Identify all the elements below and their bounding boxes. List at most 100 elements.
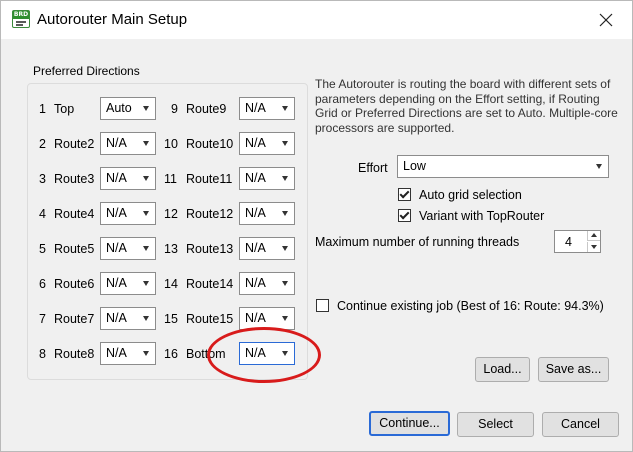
threads-value: 4 [565, 235, 572, 249]
layer-name: Route8 [54, 347, 95, 361]
autorouter-description: The Autorouter is routing the board with… [315, 77, 618, 135]
layer-number: 10 [164, 137, 178, 151]
combo-value: N/A [106, 136, 127, 150]
layer-name: Top [54, 102, 75, 116]
layer-7-direction-select[interactable]: N/A [100, 307, 156, 330]
layer-name: Route12 [186, 207, 234, 221]
layer-11-direction-select[interactable]: N/A [239, 167, 295, 190]
combo-value: N/A [245, 206, 266, 220]
layer-12-direction-select[interactable]: N/A [239, 202, 295, 225]
variant-toprouter-label: Variant with TopRouter [419, 209, 545, 223]
combo-value: N/A [245, 311, 266, 325]
close-icon [599, 13, 613, 27]
chevron-down-icon [282, 176, 288, 181]
layer-name: Route14 [186, 277, 234, 291]
auto-grid-checkbox[interactable] [398, 188, 411, 201]
chevron-down-icon [143, 281, 149, 286]
combo-value: Low [403, 159, 426, 173]
layer-number: 13 [164, 242, 178, 256]
layer-name: Route4 [54, 207, 95, 221]
brd-app-icon: BRD [12, 10, 30, 28]
layer-6-direction-select[interactable]: N/A [100, 272, 156, 295]
continue-job-checkbox[interactable] [316, 299, 329, 312]
layer-14-direction-select[interactable]: N/A [239, 272, 295, 295]
app-icon-text: BRD [13, 11, 29, 19]
combo-value: N/A [106, 276, 127, 290]
layer-name: Route9 [186, 102, 227, 116]
layer-number: 12 [164, 207, 178, 221]
chevron-down-icon [282, 211, 288, 216]
threads-spinbox[interactable]: 4 [554, 230, 601, 253]
layer-number: 8 [39, 347, 46, 361]
chevron-down-icon [282, 316, 288, 321]
select-button[interactable]: Select [457, 412, 534, 437]
layer-name: Route6 [54, 277, 95, 291]
layer-name: Route7 [54, 312, 95, 326]
threads-label: Maximum number of running threads [315, 235, 520, 249]
layer-name: Route11 [186, 172, 233, 186]
chevron-down-icon [143, 246, 149, 251]
preferred-directions-title: Preferred Directions [33, 64, 140, 78]
layer-number: 6 [39, 277, 46, 291]
layer-name: Route15 [186, 312, 234, 326]
layer-number: 4 [39, 207, 46, 221]
combo-value: N/A [106, 241, 127, 255]
effort-label: Effort [358, 161, 388, 175]
layer-number: 14 [164, 277, 178, 291]
layer-2-direction-select[interactable]: N/A [100, 132, 156, 155]
chevron-down-icon [282, 106, 288, 111]
layer-number: 1 [39, 102, 46, 116]
combo-value: N/A [245, 136, 266, 150]
title-bar: BRD Autorouter Main Setup [1, 1, 632, 39]
variant-toprouter-checkbox[interactable] [398, 209, 411, 222]
layer-name: Route10 [186, 137, 234, 151]
close-button[interactable] [588, 5, 624, 35]
chevron-down-icon [143, 141, 149, 146]
combo-value: N/A [106, 311, 127, 325]
spin-up-icon[interactable] [587, 231, 600, 241]
chevron-down-icon [282, 281, 288, 286]
combo-value: Auto [106, 101, 132, 115]
layer-number: 7 [39, 312, 46, 326]
effort-select[interactable]: Low [397, 155, 609, 178]
layer-1-direction-select[interactable]: Auto [100, 97, 156, 120]
chevron-down-icon [143, 176, 149, 181]
layer-8-direction-select[interactable]: N/A [100, 342, 156, 365]
chevron-down-icon [143, 211, 149, 216]
continue-job-label: Continue existing job (Best of 16: Route… [337, 299, 604, 313]
layer-number: 3 [39, 172, 46, 186]
check-icon [399, 188, 410, 199]
cancel-button[interactable]: Cancel [542, 412, 619, 437]
combo-value: N/A [245, 101, 266, 115]
layer-13-direction-select[interactable]: N/A [239, 237, 295, 260]
combo-value: N/A [106, 206, 127, 220]
combo-value: N/A [245, 171, 266, 185]
chevron-down-icon [282, 246, 288, 251]
layer-name: Route2 [54, 137, 95, 151]
layer-4-direction-select[interactable]: N/A [100, 202, 156, 225]
layer-number: 11 [164, 172, 177, 186]
chevron-down-icon [143, 351, 149, 356]
chevron-down-icon [282, 141, 288, 146]
auto-grid-label: Auto grid selection [419, 188, 522, 202]
layer-number: 16 [164, 347, 178, 361]
combo-value: N/A [106, 171, 127, 185]
load-button[interactable]: Load... [475, 357, 530, 382]
layer-number: 5 [39, 242, 46, 256]
chevron-down-icon [143, 106, 149, 111]
continue-button[interactable]: Continue... [369, 411, 450, 436]
save-as-button[interactable]: Save as... [538, 357, 609, 382]
dialog-window: BRD Autorouter Main Setup Preferred Dire… [0, 0, 633, 452]
layer-name: Route3 [54, 172, 95, 186]
layer-name: Route13 [186, 242, 234, 256]
layer-9-direction-select[interactable]: N/A [239, 97, 295, 120]
chevron-down-icon [143, 316, 149, 321]
window-title: Autorouter Main Setup [37, 11, 188, 28]
layer-name: Route5 [54, 242, 95, 256]
layer-10-direction-select[interactable]: N/A [239, 132, 295, 155]
combo-value: N/A [245, 241, 266, 255]
layer-5-direction-select[interactable]: N/A [100, 237, 156, 260]
spin-down-icon[interactable] [587, 242, 600, 252]
layer-number: 2 [39, 137, 46, 151]
layer-3-direction-select[interactable]: N/A [100, 167, 156, 190]
